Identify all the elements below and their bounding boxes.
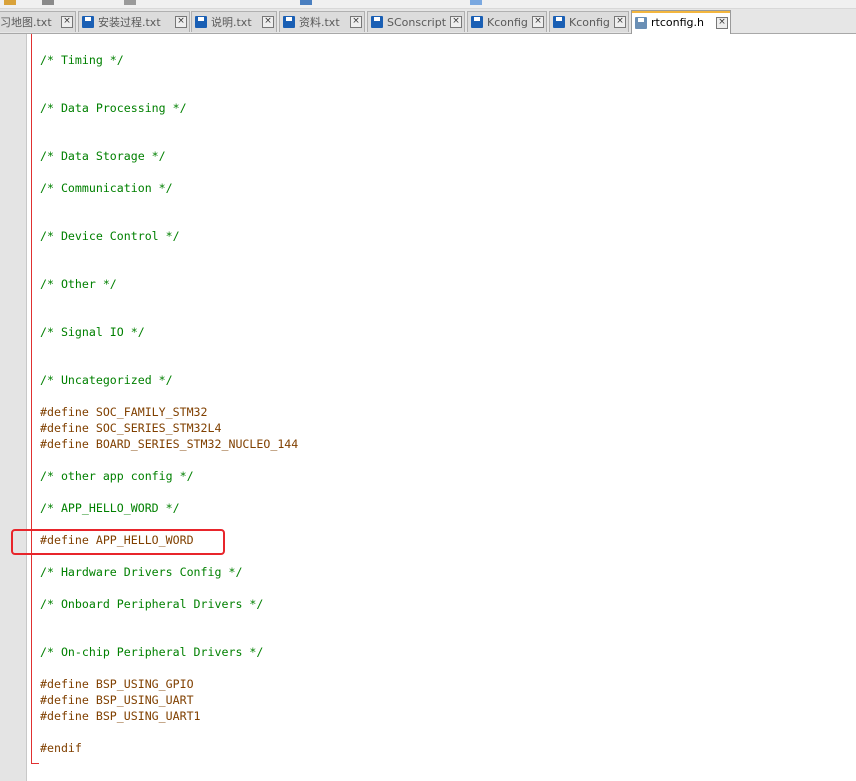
code-line: /* Timing */ <box>40 53 124 67</box>
code-line: /* Device Control */ <box>40 229 180 243</box>
code-line: /* Data Storage */ <box>40 149 166 163</box>
tab-item[interactable]: 安装过程.txt × <box>78 11 190 32</box>
tab-item[interactable]: SConscript × <box>367 11 465 32</box>
tab-item[interactable]: Kconfig × <box>549 11 629 32</box>
save-icon <box>371 16 383 28</box>
tab-bar: 习地图.txt × 安装过程.txt × 说明.txt × 资料.txt × S… <box>0 9 856 34</box>
code-line: /* Signal IO */ <box>40 325 145 339</box>
tab-label: rtconfig.h <box>651 16 704 29</box>
tab-item[interactable]: 习地图.txt × <box>0 11 76 32</box>
close-icon[interactable]: × <box>350 16 362 28</box>
code-line: #define BOARD_SERIES_STM32_NUCLEO_144 <box>40 437 299 451</box>
code-line: /* other app config */ <box>40 469 194 483</box>
tab-item[interactable]: 资料.txt × <box>279 11 365 32</box>
code-line: /* Data Processing */ <box>40 101 187 115</box>
code-line: /* Onboard Peripheral Drivers */ <box>40 597 264 611</box>
close-icon[interactable]: × <box>450 16 462 28</box>
tab-active[interactable]: rtconfig.h × <box>631 10 731 34</box>
tab-item[interactable]: Kconfig × <box>467 11 547 32</box>
code-line: #define BSP_USING_UART1 <box>40 709 201 723</box>
highlight-annotation-box <box>11 529 225 555</box>
code-line: /* Other */ <box>40 277 117 291</box>
tab-item[interactable]: 说明.txt × <box>191 11 277 32</box>
tab-label: SConscript <box>387 15 447 29</box>
tab-label: 资料.txt <box>299 16 340 29</box>
save-icon <box>195 16 207 28</box>
save-icon <box>283 16 295 28</box>
code-line: /* Communication */ <box>40 181 173 195</box>
toolbar-icon[interactable] <box>4 0 16 5</box>
fold-marker-line <box>31 34 32 763</box>
toolbar <box>0 0 856 9</box>
line-number-gutter[interactable] <box>0 34 27 781</box>
code-line: #define SOC_FAMILY_STM32 <box>40 405 208 419</box>
code-line: #define BSP_USING_UART <box>40 693 194 707</box>
code-line: #define SOC_SERIES_STM32L4 <box>40 421 222 435</box>
code-line: /* On-chip Peripheral Drivers */ <box>40 645 264 659</box>
close-icon[interactable]: × <box>614 16 626 28</box>
save-icon <box>471 16 483 28</box>
toolbar-icon[interactable] <box>42 0 54 5</box>
fold-marker-end <box>31 763 39 764</box>
toolbar-icon[interactable] <box>300 0 312 5</box>
save-icon <box>82 16 94 28</box>
close-icon[interactable]: × <box>175 16 187 28</box>
toolbar-icon[interactable] <box>470 0 482 5</box>
tab-label: 安装过程.txt <box>98 16 161 29</box>
code-line: /* Uncategorized */ <box>40 373 173 387</box>
save-icon <box>553 16 565 28</box>
tab-label: Kconfig <box>569 15 610 29</box>
close-icon[interactable]: × <box>716 16 728 29</box>
close-icon[interactable]: × <box>61 16 73 28</box>
code-line: #endif <box>40 741 82 755</box>
code-line: #define BSP_USING_GPIO <box>40 677 194 691</box>
code-line: /* Hardware Drivers Config */ <box>40 565 243 579</box>
tab-label: Kconfig <box>487 15 528 29</box>
toolbar-icon[interactable] <box>124 0 136 5</box>
save-icon <box>635 16 647 29</box>
tab-label: 说明.txt <box>211 16 252 29</box>
close-icon[interactable]: × <box>262 16 274 28</box>
close-icon[interactable]: × <box>532 16 544 28</box>
code-line: /* APP_HELLO_WORD */ <box>40 501 180 515</box>
tab-label: 习地图.txt <box>0 16 52 29</box>
